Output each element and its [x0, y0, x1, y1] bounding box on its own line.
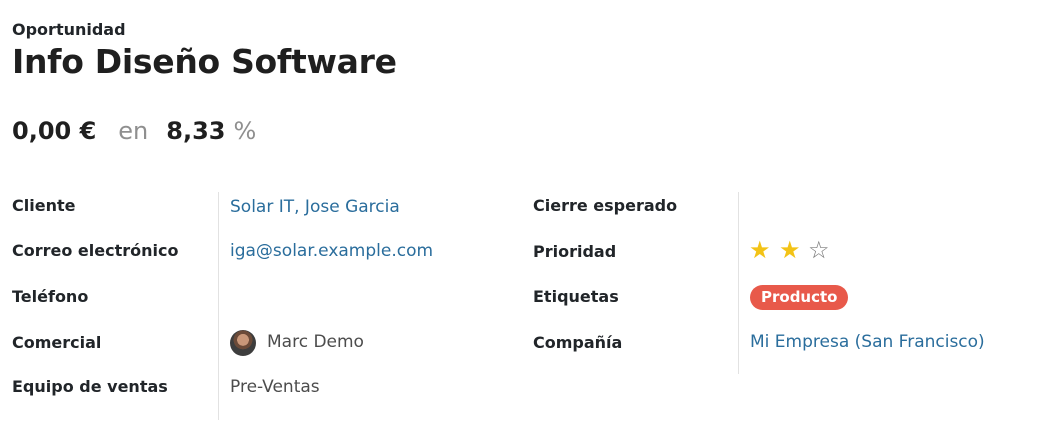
percent-sign: % [233, 117, 257, 145]
star-filled-icon[interactable]: ★ [749, 238, 771, 262]
opportunity-title[interactable]: Info Diseño Software [12, 42, 397, 81]
right-column-divider [738, 192, 739, 374]
priority-label: Prioridad [533, 242, 617, 261]
company-label: Compañía [533, 333, 623, 352]
phone-field[interactable] [230, 287, 510, 309]
star-empty-icon[interactable]: ☆ [808, 238, 830, 262]
email-field[interactable]: iga@solar.example.com [230, 241, 433, 261]
form-type-label: Oportunidad [12, 20, 126, 39]
left-column-divider [218, 192, 219, 420]
star-filled-icon[interactable]: ★ [779, 238, 801, 262]
expected-revenue-row: 0,00 € en 8,33 % [12, 117, 256, 145]
email-label: Correo electrónico [12, 241, 179, 260]
tags-label: Etiquetas [533, 287, 619, 306]
tag-badge[interactable]: Producto [750, 285, 849, 310]
expected-closing-label: Cierre esperado [533, 196, 678, 215]
company-field[interactable]: Mi Empresa (San Francisco) [750, 332, 985, 352]
opportunity-form: Oportunidad Info Diseño Software 0,00 € … [0, 0, 1042, 445]
salesperson-field[interactable]: Marc Demo [267, 332, 364, 352]
salesperson-label: Comercial [12, 333, 102, 352]
phone-label: Teléfono [12, 287, 89, 306]
expected-revenue-value[interactable]: 0,00 € [12, 117, 96, 145]
salesperson-avatar [230, 330, 256, 356]
customer-field[interactable]: Solar IT, Jose Garcia [230, 197, 400, 217]
sales-team-field[interactable]: Pre-Ventas [230, 377, 320, 397]
probability-value[interactable]: 8,33 [166, 117, 225, 145]
revenue-on-label: en [118, 117, 149, 145]
sales-team-label: Equipo de ventas [12, 377, 168, 396]
expected-closing-field[interactable] [750, 196, 1010, 218]
customer-label: Cliente [12, 196, 76, 215]
